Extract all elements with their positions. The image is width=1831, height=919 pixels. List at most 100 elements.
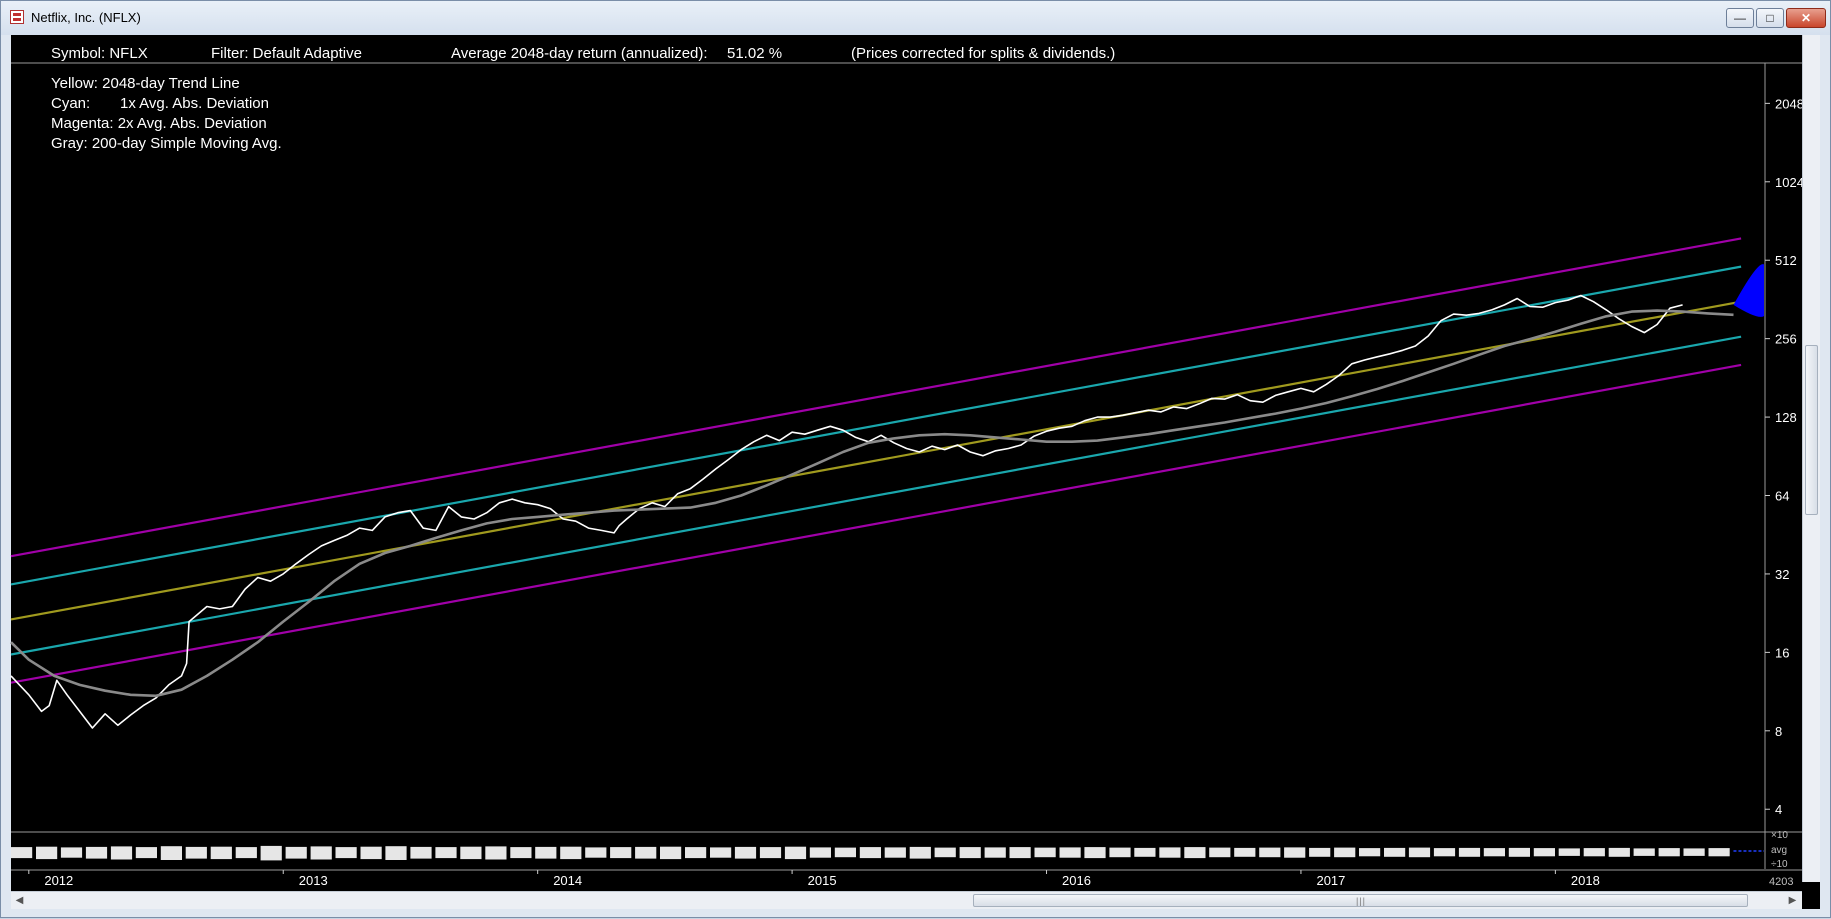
volume-bar — [859, 847, 881, 859]
lower-band-2x — [10, 363, 1742, 684]
volume-bar — [1284, 847, 1306, 858]
volume-bar — [934, 847, 956, 858]
volume-bar — [734, 846, 757, 859]
volume-bar — [759, 847, 782, 859]
volume-bar — [36, 846, 58, 860]
x-tick-label: 2015 — [808, 873, 837, 888]
volume-bar — [1109, 847, 1131, 858]
volume-bar — [410, 846, 432, 859]
symbol-label: Symbol: NFLX — [51, 45, 148, 62]
volume-bar — [460, 846, 482, 860]
volume-axis-label: avg — [1771, 845, 1787, 856]
sma-series — [10, 309, 1734, 698]
lower-band-1x — [10, 335, 1742, 656]
volume-bar — [1683, 848, 1705, 856]
volume-bar — [1134, 847, 1156, 857]
volume-bar — [60, 847, 83, 858]
projection-cone — [1733, 264, 1764, 317]
volume-bar — [560, 846, 582, 860]
volume-bar — [959, 847, 981, 859]
volume-bar — [1433, 848, 1456, 857]
legend-magenta: Magenta: 2x Avg. Abs. Deviation — [51, 115, 267, 132]
horizontal-scroll-thumb[interactable]: ||| — [973, 894, 1748, 907]
volume-axis-label: ×10 — [1771, 830, 1788, 841]
y-tick-label: 2048 — [1775, 96, 1804, 111]
volume-bar — [1708, 848, 1730, 857]
price-correction-note: (Prices corrected for splits & dividends… — [851, 45, 1115, 62]
scroll-grip-icon: ||| — [1356, 896, 1367, 906]
trend-line — [10, 300, 1742, 621]
x-tick-label: 2018 — [1571, 873, 1600, 888]
y-tick-label: 64 — [1775, 489, 1789, 504]
y-tick-label: 16 — [1775, 645, 1789, 660]
volume-bar — [1633, 848, 1655, 856]
y-tick-label: 256 — [1775, 332, 1797, 347]
volume-bar — [11, 847, 33, 859]
volume-bar — [784, 846, 807, 860]
legend-gray: Gray: 200-day Simple Moving Avg. — [51, 135, 282, 152]
volume-bar — [1408, 847, 1431, 858]
volume-bar — [1159, 847, 1181, 858]
avg-return-value: 51.02 % — [727, 45, 782, 62]
y-tick-label: 4 — [1775, 802, 1782, 817]
x-tick-label: 2014 — [553, 873, 582, 888]
volume-bar — [1034, 847, 1056, 858]
legend-cyan-desc: 1x Avg. Abs. Deviation — [120, 95, 269, 112]
scroll-left-arrow-icon[interactable]: ◀ — [11, 892, 28, 909]
volume-bar — [260, 845, 282, 861]
volume-bar — [485, 846, 507, 860]
price-series — [10, 294, 1683, 729]
volume-axis-label: ÷10 — [1771, 859, 1788, 870]
volume-bar — [1334, 847, 1356, 858]
volume-bar — [160, 846, 182, 860]
volume-bar — [1259, 847, 1281, 858]
last-count-label: 4203 — [1769, 876, 1793, 888]
volume-bar — [834, 847, 856, 858]
volume-bar — [1658, 848, 1680, 857]
app-window: Netflix, Inc. (NFLX) — □ ✕ ×10 avg ÷10 204… — [0, 0, 1831, 918]
volume-bar — [610, 847, 632, 859]
volume-bar — [1533, 848, 1555, 857]
volume-bar — [535, 846, 557, 859]
volume-bar — [385, 846, 407, 860]
y-tick-label: 512 — [1775, 253, 1797, 268]
volume-bar — [110, 846, 133, 860]
vertical-scroll-thumb[interactable] — [1805, 345, 1818, 515]
volume-bar — [710, 847, 732, 858]
volume-bar — [360, 846, 382, 860]
upper-band-2x — [10, 237, 1742, 558]
scroll-right-arrow-icon[interactable]: ▶ — [1784, 892, 1801, 909]
x-tick-label: 2013 — [299, 873, 328, 888]
volume-bar — [1084, 847, 1106, 859]
volume-bar — [310, 846, 332, 860]
volume-bar — [1059, 847, 1081, 858]
y-tick-label: 128 — [1775, 410, 1797, 425]
volume-bar — [685, 847, 707, 859]
volume-bar — [235, 847, 257, 859]
y-tick-label: 8 — [1775, 724, 1782, 739]
volume-bar — [210, 846, 232, 860]
volume-bar — [1359, 848, 1381, 857]
chart-canvas[interactable]: ×10 avg ÷10 2048 1024 512 256 128 64 32 16 8 4 2012… — [1, 1, 1831, 919]
avg-return-label: Average 2048-day return (annualized): — [451, 45, 708, 62]
volume-bar — [660, 846, 682, 860]
volume-bar — [85, 846, 108, 859]
upper-band-1x — [10, 265, 1742, 586]
volume-bar — [1508, 847, 1530, 857]
volume-bar — [1384, 847, 1406, 857]
volume-bar — [1458, 847, 1481, 857]
x-tick-label: 2012 — [44, 873, 73, 888]
volume-bar — [1184, 847, 1206, 859]
volume-bar — [285, 846, 307, 859]
volume-bar — [1234, 847, 1256, 857]
volume-bar — [510, 847, 532, 859]
volume-bar — [909, 846, 931, 859]
legend-yellow: Yellow: 2048-day Trend Line — [51, 75, 240, 92]
horizontal-scrollbar[interactable]: ◀ ||| ▶ — [11, 891, 1802, 909]
volume-bar — [585, 847, 607, 858]
vertical-scrollbar[interactable] — [1802, 35, 1820, 882]
volume-bar — [1209, 847, 1231, 858]
volume-bar — [1558, 848, 1580, 856]
volume-bar — [335, 847, 357, 859]
x-tick-label: 2016 — [1062, 873, 1091, 888]
